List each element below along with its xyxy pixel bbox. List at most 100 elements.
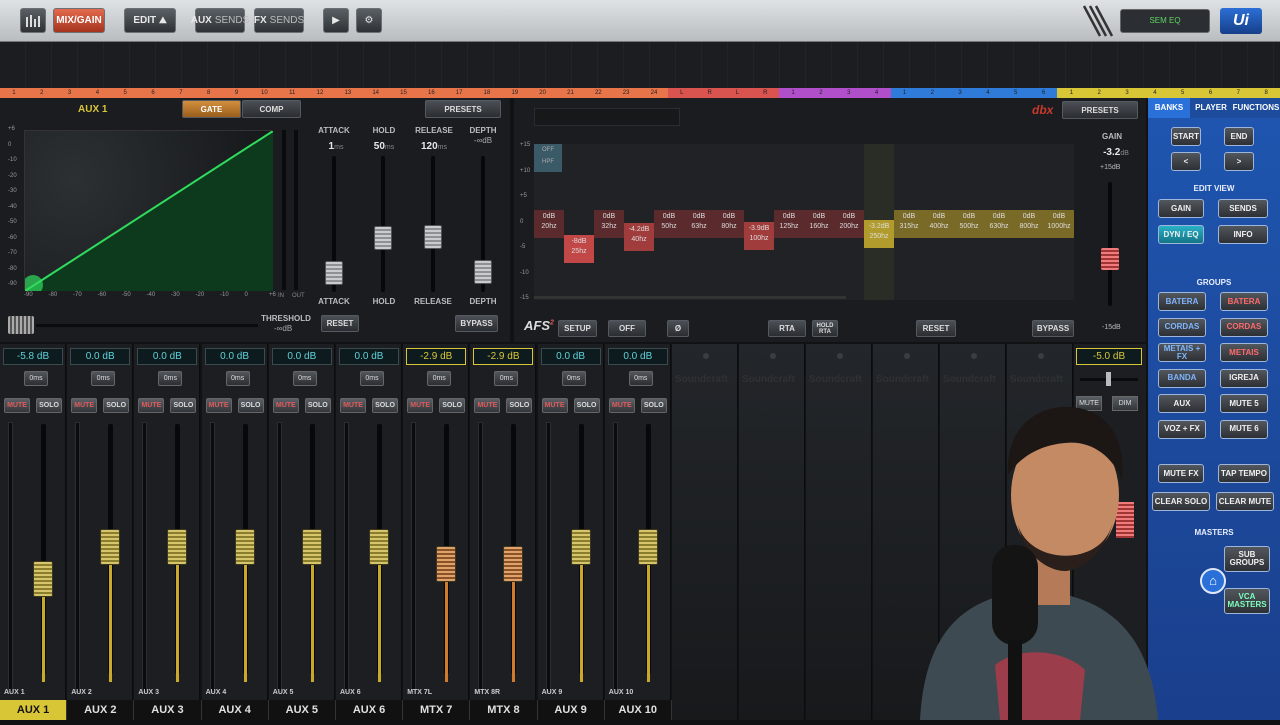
threshold-slider-handle[interactable] xyxy=(8,316,34,334)
channel-delay-button[interactable]: 0ms xyxy=(427,371,452,386)
eq-band[interactable]: 0dB 125hz xyxy=(774,210,804,238)
channel-number[interactable]: 1 xyxy=(779,88,808,98)
eq-band[interactable]: -3.9dB 100hz xyxy=(744,222,774,251)
channel-overview-strip[interactable] xyxy=(0,42,1280,90)
play-button[interactable]: ▶ xyxy=(323,8,349,33)
hold-fader-handle[interactable] xyxy=(374,226,392,250)
channel-solo-button[interactable]: SOLO xyxy=(439,398,466,413)
channel-number[interactable]: 5 xyxy=(111,88,140,98)
eq-band[interactable]: 0dB 63hz xyxy=(684,210,714,238)
channel-mute-button[interactable]: MUTE xyxy=(407,398,434,413)
channel-name-tab[interactable]: AUX 5 xyxy=(269,700,336,720)
channel-solo-button[interactable]: SOLO xyxy=(304,398,331,413)
channel-number[interactable]: 1 xyxy=(0,88,28,98)
channel-delay-button[interactable]: 0ms xyxy=(292,371,317,386)
group-button[interactable]: BATERA xyxy=(1158,292,1206,311)
group-button[interactable]: MUTE 6 xyxy=(1220,419,1268,439)
channel-mute-button[interactable]: MUTE xyxy=(541,398,568,413)
channel-fader-handle[interactable] xyxy=(369,528,389,565)
channel-number[interactable]: 23 xyxy=(612,88,641,98)
channel-delay-button[interactable]: 0ms xyxy=(360,371,384,386)
eq-band[interactable]: 0dB 315hz xyxy=(894,210,924,238)
eq-band[interactable]: 0dB 80hz xyxy=(714,210,744,238)
rta-button[interactable]: RTA xyxy=(768,320,806,337)
channel-number[interactable]: 10 xyxy=(250,88,279,98)
group-button[interactable]: IGREJA xyxy=(1220,368,1268,388)
group-button[interactable]: METAIS xyxy=(1220,343,1268,362)
dynamics-bypass-button[interactable]: BYPASS xyxy=(455,315,498,332)
channel-number[interactable]: 20 xyxy=(528,88,557,98)
channel-number[interactable]: R xyxy=(751,88,780,98)
channel-number[interactable]: 1 xyxy=(890,88,919,98)
threshold-track[interactable] xyxy=(36,324,258,327)
group-button[interactable]: BANDA xyxy=(1158,368,1206,388)
tab-player[interactable]: PLAYER xyxy=(1190,98,1232,118)
channel-number[interactable]: 3 xyxy=(55,88,84,98)
channel-delay-button[interactable]: 0ms xyxy=(628,371,653,386)
channel-fader-handle[interactable] xyxy=(234,528,255,565)
channel-number[interactable]: 24 xyxy=(640,88,668,98)
channel-number[interactable]: 7 xyxy=(1224,88,1253,98)
gate-tab[interactable]: GATE xyxy=(182,100,241,118)
eq-band[interactable]: 0dB 200hz xyxy=(834,210,864,238)
channel-fader-handle[interactable] xyxy=(301,528,322,565)
eq-band[interactable]: 0dB 32hz xyxy=(594,210,624,238)
bank-end-button[interactable]: END xyxy=(1224,127,1254,146)
channel-number[interactable]: 11 xyxy=(278,88,307,98)
afs-off-button[interactable]: OFF xyxy=(608,320,646,337)
edit-button[interactable]: EDIT ⛰ xyxy=(124,8,176,33)
channel-number[interactable]: 22 xyxy=(584,88,613,98)
channel-solo-button[interactable]: SOLO xyxy=(506,398,533,413)
channel-level-display[interactable]: 0.0 dB xyxy=(70,348,131,365)
channel-level-display[interactable]: -5.8 dB xyxy=(3,348,63,365)
tap-tempo-button[interactable]: TAP TEMPO xyxy=(1218,464,1270,483)
channel-number[interactable]: 2 xyxy=(27,88,56,98)
eq-band[interactable]: -3.2dB 250hz xyxy=(864,219,894,248)
channel-mute-button[interactable]: MUTE xyxy=(608,398,635,413)
channel-mute-button[interactable]: MUTE xyxy=(272,398,299,413)
channel-delay-button[interactable]: 0ms xyxy=(24,371,48,386)
channel-delay-button[interactable]: 0ms xyxy=(91,371,116,386)
attack-fader-handle[interactable] xyxy=(325,261,343,285)
dynamics-reset-button[interactable]: RESET xyxy=(321,315,359,332)
release-fader-handle[interactable] xyxy=(424,225,442,249)
channel-number[interactable]: 6 xyxy=(1196,88,1225,98)
channel-number[interactable]: 4 xyxy=(862,88,891,98)
channel-number[interactable]: 4 xyxy=(973,88,1002,98)
group-button[interactable]: BATERA xyxy=(1220,292,1268,311)
dynamics-presets-button[interactable]: PRESETS xyxy=(425,100,501,118)
channel-name-tab[interactable]: AUX 2 xyxy=(67,700,135,720)
depth-fader-handle[interactable] xyxy=(474,260,492,284)
channel-mute-button[interactable]: MUTE xyxy=(474,398,501,413)
channel-number[interactable]: 4 xyxy=(83,88,112,98)
channel-solo-button[interactable]: SOLO xyxy=(237,398,264,413)
channel-number[interactable]: 2 xyxy=(1085,88,1114,98)
channel-name-tab[interactable]: MTX 8 xyxy=(470,700,538,720)
sub-groups-button[interactable]: SUB GROUPS xyxy=(1224,546,1270,572)
channel-level-display[interactable]: 0.0 dB xyxy=(540,348,601,365)
master-pan-handle[interactable] xyxy=(1106,372,1111,386)
edit-view-sends-button[interactable]: SENDS xyxy=(1218,199,1268,218)
channel-number[interactable]: 16 xyxy=(417,88,446,98)
channel-number[interactable]: L xyxy=(723,88,752,98)
eq-band[interactable]: 0dB 500hz xyxy=(954,210,984,238)
channel-number[interactable]: 8 xyxy=(194,88,223,98)
channel-level-display[interactable]: 0.0 dB xyxy=(271,348,332,365)
edit-view-info-button[interactable]: INFO xyxy=(1218,225,1268,244)
eq-band[interactable]: 0dB 630hz xyxy=(984,210,1014,238)
hold-fader-track[interactable] xyxy=(381,156,385,292)
eq-scrollbar[interactable] xyxy=(534,296,846,299)
channel-number[interactable]: 3 xyxy=(946,88,974,98)
channel-number[interactable]: 3 xyxy=(1113,88,1141,98)
master-level-display[interactable]: -5.0 dB xyxy=(1076,348,1142,365)
channel-number[interactable]: 2 xyxy=(807,88,835,98)
channel-solo-button[interactable]: SOLO xyxy=(573,398,600,413)
channel-mute-button[interactable]: MUTE xyxy=(71,398,98,413)
edit-view-gain-button[interactable]: GAIN xyxy=(1158,199,1204,218)
channel-name-tab[interactable]: AUX 9 xyxy=(538,700,605,720)
channel-number[interactable]: 5 xyxy=(1001,88,1030,98)
tab-banks[interactable]: BANKS xyxy=(1148,98,1190,118)
channel-number[interactable]: 12 xyxy=(306,88,334,98)
channel-mute-button[interactable]: MUTE xyxy=(205,398,232,413)
edit-view-dyn-eq-button[interactable]: DYN / EQ xyxy=(1158,225,1204,244)
